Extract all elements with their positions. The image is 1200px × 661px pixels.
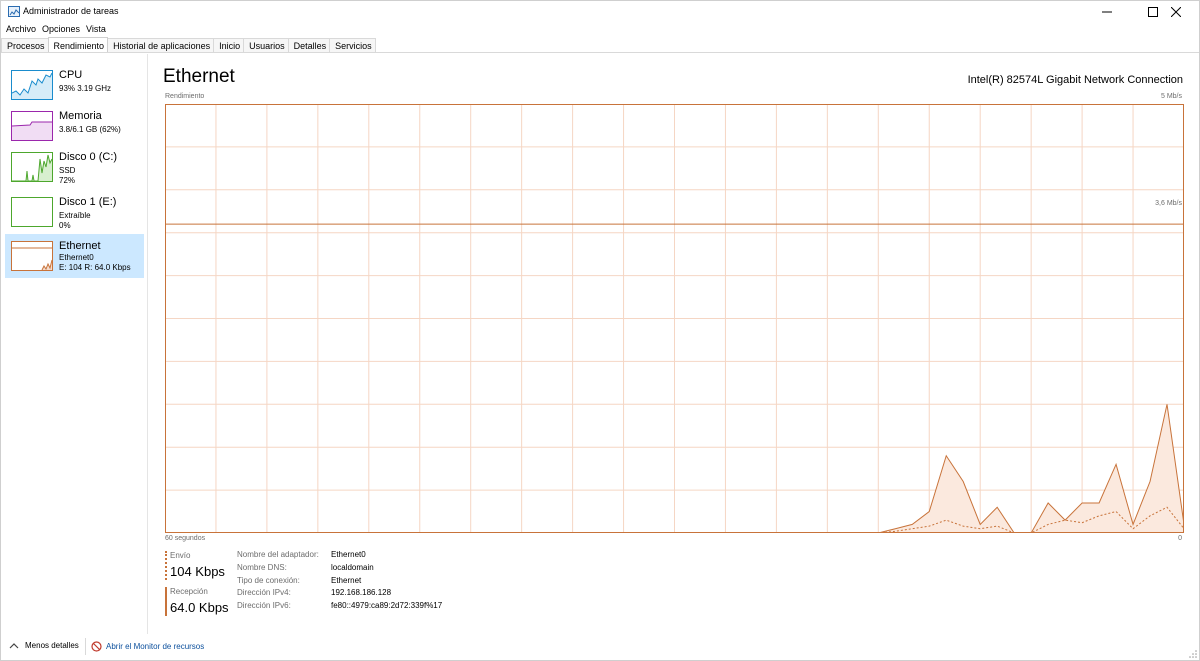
- footer-bar: Menos detalles Abrir el Monitor de recur…: [1, 634, 1199, 660]
- menu-vista[interactable]: Vista: [81, 22, 106, 36]
- send-legend-marker: [165, 551, 167, 580]
- title-bar[interactable]: Administrador de tareas: [1, 1, 1199, 22]
- window-title: Administrador de tareas: [23, 6, 119, 16]
- sidebar-item-detail: 0%: [59, 221, 71, 230]
- sidebar-item-label: CPU: [59, 69, 83, 81]
- property-value: localdomain: [331, 563, 374, 572]
- minimize-icon: [1102, 11, 1112, 12]
- ethernet-thumbnail-graph: [11, 241, 53, 271]
- cpu-thumbnail-graph: [11, 70, 53, 100]
- menu-opciones[interactable]: Opciones: [37, 22, 80, 36]
- receive-stat: Recepción 64.0 Kbps: [165, 585, 230, 618]
- sidebar-item-detail: 72%: [59, 176, 76, 185]
- send-stat: Envío 104 Kbps: [165, 549, 230, 582]
- property-key: Dirección IPv6:: [237, 601, 291, 610]
- throughput-graph-svg: [165, 104, 1184, 533]
- tab-inicio[interactable]: Inicio: [213, 38, 245, 52]
- sidebar-item-memoria[interactable]: Memoria 3.8/6.1 GB (62%): [5, 104, 144, 148]
- chevron-up-icon: [9, 642, 19, 648]
- tab-rendimiento[interactable]: Rendimiento: [47, 37, 109, 52]
- resize-grip-icon[interactable]: [1189, 650, 1197, 658]
- graph-time-label: 60 segundos: [165, 535, 206, 542]
- tab-strip: Procesos Rendimiento Historial de aplica…: [1, 37, 1199, 53]
- sidebar-item-label: Ethernet: [59, 240, 101, 252]
- footer-divider: [85, 638, 86, 655]
- page-title: Ethernet: [163, 66, 235, 87]
- send-label: Envío: [170, 551, 191, 560]
- close-button[interactable]: [1153, 1, 1199, 22]
- receive-value: 64.0 Kbps: [170, 600, 229, 615]
- memory-thumbnail-graph: [11, 111, 53, 141]
- receive-label: Recepción: [170, 587, 208, 596]
- graph-title: Rendimiento: [165, 93, 205, 100]
- less-details-button[interactable]: Menos detalles: [9, 641, 79, 650]
- sidebar-item-detail: 93% 3.19 GHz: [59, 84, 112, 93]
- property-value: Ethernet0: [331, 550, 366, 559]
- property-value: fe80::4979:ca89:2d72:339f%17: [331, 601, 443, 610]
- task-manager-window: Administrador de tareas Archivo Opciones…: [0, 0, 1200, 661]
- sidebar-item-detail: 3.8/6.1 GB (62%): [59, 125, 121, 134]
- menu-bar: Archivo Opciones Vista: [1, 22, 107, 36]
- task-manager-icon: [8, 6, 20, 17]
- property-value: 192.168.186.128: [331, 588, 392, 597]
- sidebar-item-label: Disco 1 (E:): [59, 196, 117, 208]
- property-key: Dirección IPv4:: [237, 588, 291, 597]
- tab-usuarios[interactable]: Usuarios: [243, 38, 289, 52]
- property-key: Tipo de conexión:: [237, 576, 300, 585]
- sidebar-item-label: Disco 0 (C:): [59, 151, 118, 163]
- disk0-thumbnail-graph: [11, 152, 53, 182]
- less-details-label: Menos detalles: [25, 641, 79, 650]
- sidebar-item-detail: Extraíble: [59, 211, 91, 220]
- property-key: Nombre del adaptador:: [237, 550, 319, 559]
- adapter-device-name: Intel(R) 82574L Gigabit Network Connecti…: [967, 74, 1183, 86]
- tab-detalles[interactable]: Detalles: [287, 38, 331, 52]
- sidebar-item-cpu[interactable]: CPU 93% 3.19 GHz: [5, 63, 144, 107]
- minimize-button[interactable]: [1084, 1, 1130, 22]
- tab-procesos[interactable]: Procesos: [1, 38, 49, 52]
- graph-max-label: 5 Mb/s: [1160, 93, 1182, 100]
- sidebar-item-detail: SSD: [59, 166, 76, 175]
- menu-archivo[interactable]: Archivo: [1, 22, 36, 36]
- tab-historial-aplicaciones[interactable]: Historial de aplicaciones: [107, 38, 215, 52]
- resource-monitor-icon: [91, 641, 102, 652]
- sidebar-item-disco-0[interactable]: Disco 0 (C:) SSD 72%: [5, 145, 144, 189]
- property-value: Ethernet: [331, 576, 362, 585]
- throughput-graph: [165, 104, 1184, 533]
- open-resource-monitor-link[interactable]: Abrir el Monitor de recursos: [91, 641, 204, 652]
- tab-servicios[interactable]: Servicios: [329, 38, 376, 52]
- open-resource-monitor-label: Abrir el Monitor de recursos: [106, 642, 205, 651]
- disk1-thumbnail-graph: [11, 197, 53, 227]
- performance-sidebar: CPU 93% 3.19 GHz Memoria 3.8/6.1 GB (62%…: [1, 54, 148, 634]
- close-icon: [1171, 6, 1181, 17]
- sidebar-item-ethernet[interactable]: Ethernet Ethernet0 E: 104 R: 64.0 Kbps: [5, 234, 144, 278]
- sidebar-item-label: Memoria: [59, 110, 102, 122]
- receive-legend-marker: [165, 587, 167, 616]
- sidebar-item-disco-1[interactable]: Disco 1 (E:) Extraíble 0%: [5, 190, 144, 234]
- sidebar-item-detail: Ethernet0: [59, 253, 94, 262]
- sidebar-item-detail: E: 104 R: 64.0 Kbps: [59, 263, 131, 272]
- graph-min-label: 0: [1178, 535, 1182, 542]
- property-key: Nombre DNS:: [237, 563, 287, 572]
- send-value: 104 Kbps: [170, 564, 225, 579]
